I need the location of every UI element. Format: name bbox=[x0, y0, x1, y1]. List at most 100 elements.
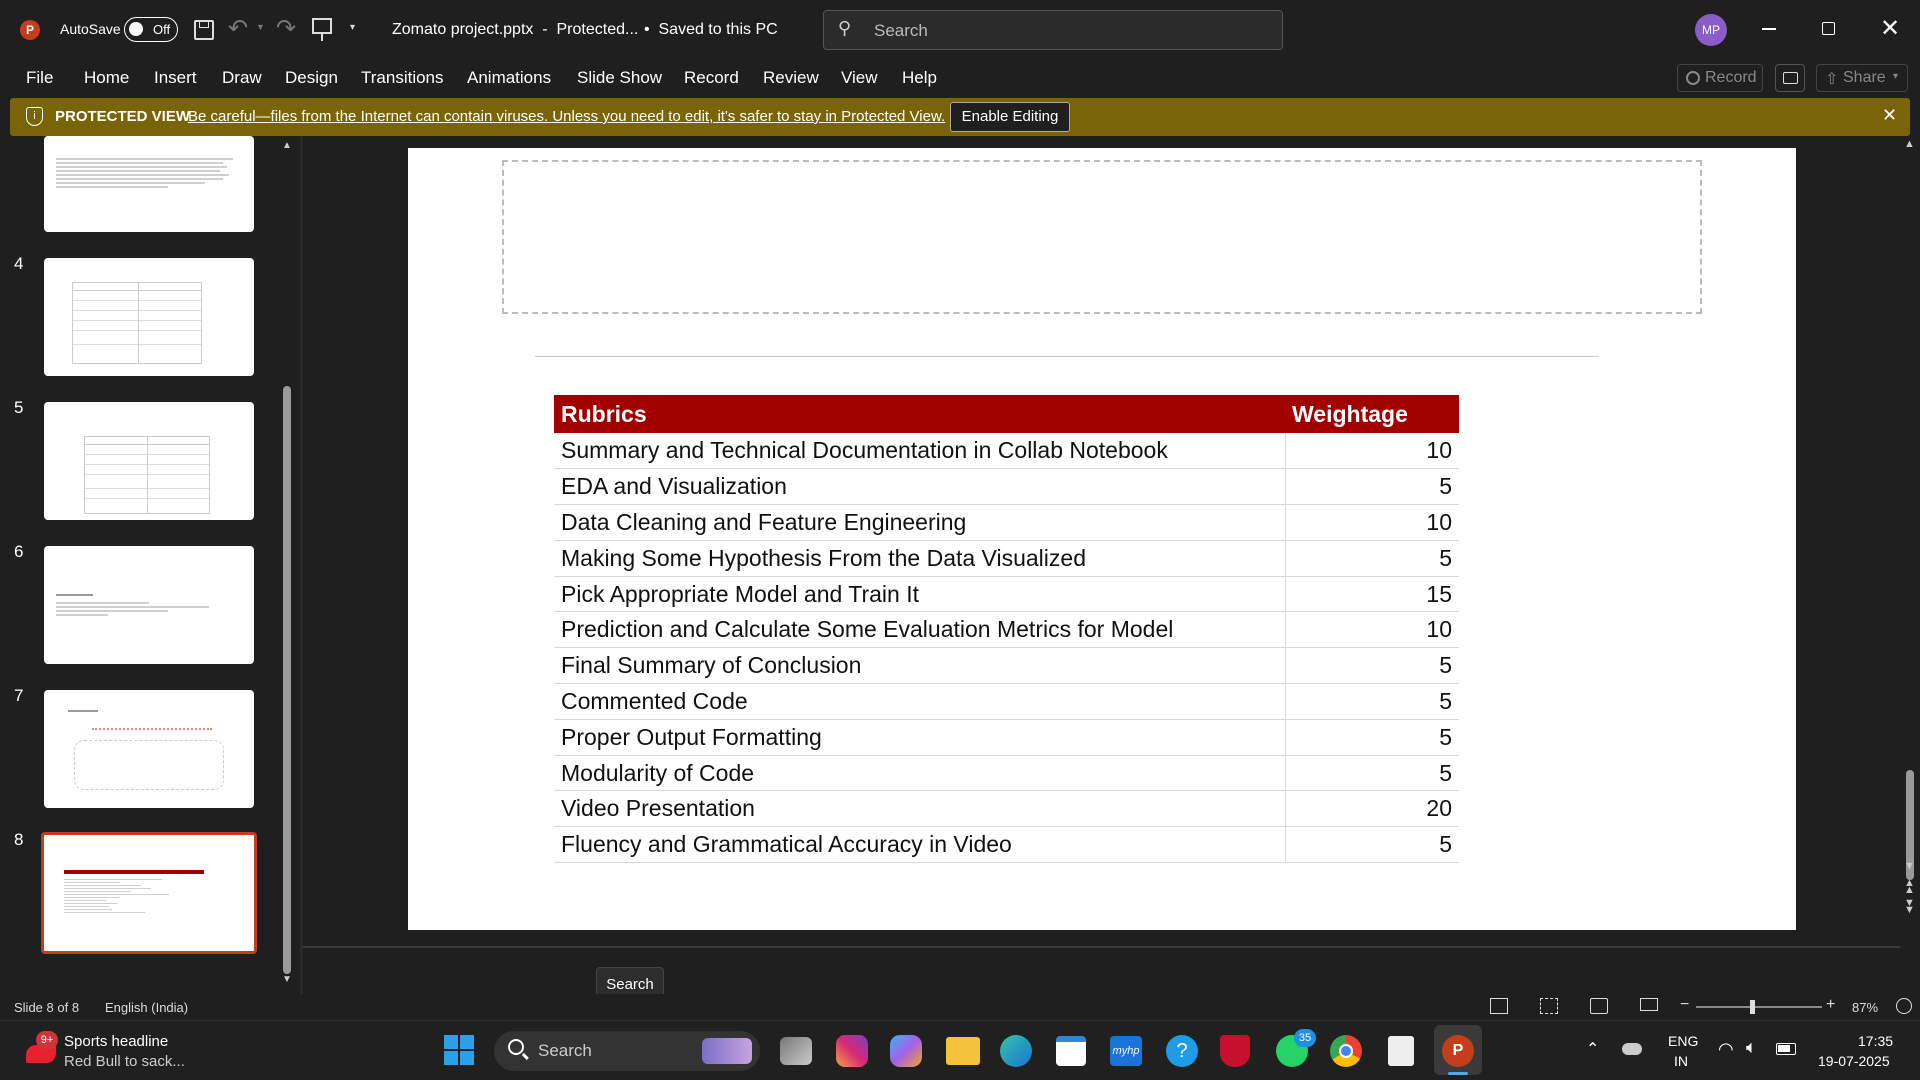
rubric-cell[interactable]: Final Summary of Conclusion bbox=[554, 647, 1285, 685]
file-explorer-icon[interactable] bbox=[946, 1037, 980, 1065]
minimize-icon[interactable] bbox=[1762, 28, 1776, 30]
weightage-cell[interactable]: 5 bbox=[1284, 647, 1459, 685]
comments-button[interactable] bbox=[1775, 64, 1805, 92]
chevron-up-icon[interactable]: ⌃ bbox=[1586, 1039, 1599, 1059]
tab-slide-show[interactable]: Slide Show bbox=[577, 68, 662, 88]
news-widget[interactable]: 9+ Sports headline Red Bull to sack... bbox=[20, 1031, 220, 1073]
zoom-out-icon[interactable]: − bbox=[1680, 996, 1689, 1014]
windows-start-icon[interactable] bbox=[444, 1035, 474, 1065]
weightage-cell[interactable]: 10 bbox=[1284, 433, 1459, 470]
enable-editing-button[interactable]: Enable Editing bbox=[950, 102, 1070, 132]
autosave-toggle[interactable]: Off bbox=[124, 17, 178, 42]
weightage-cell[interactable]: 5 bbox=[1284, 826, 1459, 864]
tab-home[interactable]: Home bbox=[84, 68, 129, 88]
edge-icon[interactable] bbox=[1000, 1035, 1032, 1067]
thumbnail-scrollbar[interactable]: ▲ ▼ bbox=[280, 136, 294, 990]
restore-icon[interactable] bbox=[1822, 22, 1835, 35]
weightage-cell[interactable]: 15 bbox=[1284, 576, 1459, 613]
tab-review[interactable]: Review bbox=[763, 68, 819, 88]
zoom-in-icon[interactable]: + bbox=[1826, 996, 1835, 1014]
weightage-cell[interactable]: 5 bbox=[1284, 683, 1459, 720]
share-button[interactable]: ⇧ Share ▾ bbox=[1816, 64, 1908, 92]
myhp-icon[interactable]: myhp bbox=[1110, 1036, 1142, 1066]
undo-icon[interactable]: ↶ bbox=[228, 14, 248, 43]
weightage-cell[interactable]: 5 bbox=[1284, 468, 1459, 506]
language-indicator[interactable]: English (India) bbox=[105, 1000, 188, 1015]
copilot-icon[interactable] bbox=[890, 1035, 922, 1067]
rubric-cell[interactable]: Proper Output Formatting bbox=[554, 719, 1285, 756]
header-rubrics[interactable]: Rubrics bbox=[554, 395, 1285, 433]
tab-record[interactable]: Record bbox=[684, 68, 739, 88]
close-icon[interactable]: ✕ bbox=[1882, 105, 1897, 126]
rubric-cell[interactable]: Pick Appropriate Model and Train It bbox=[554, 576, 1285, 613]
volume-icon[interactable]: 🔈︎ bbox=[1746, 1037, 1757, 1058]
pane-divider[interactable] bbox=[300, 136, 303, 994]
chrome-icon[interactable] bbox=[1330, 1035, 1362, 1067]
title-placeholder[interactable] bbox=[502, 160, 1702, 314]
tab-view[interactable]: View bbox=[841, 68, 878, 88]
record-button[interactable]: Record bbox=[1677, 64, 1763, 92]
slide-canvas[interactable]: Rubrics Weightage Summary and Technical … bbox=[408, 148, 1796, 930]
microsoft-store-icon[interactable] bbox=[1056, 1036, 1086, 1066]
search-box[interactable]: ⚲ Search bbox=[823, 10, 1283, 50]
customize-toolbar-icon[interactable]: ▾ bbox=[350, 22, 355, 33]
close-icon[interactable]: ✕ bbox=[1880, 14, 1900, 43]
scroll-up-icon[interactable]: ▲ bbox=[282, 140, 292, 151]
slideshow-view-icon[interactable] bbox=[1640, 998, 1658, 1011]
tab-transitions[interactable]: Transitions bbox=[361, 68, 444, 88]
saved-status[interactable]: • Saved to this PC bbox=[644, 21, 778, 39]
rubrics-table[interactable]: Rubrics Weightage Summary and Technical … bbox=[554, 395, 1459, 864]
slide-thumbnail-7[interactable] bbox=[44, 690, 254, 808]
fit-to-window-icon[interactable] bbox=[1896, 998, 1912, 1014]
weightage-cell[interactable]: 20 bbox=[1284, 790, 1459, 828]
task-view-icon[interactable] bbox=[780, 1037, 812, 1065]
language-line1[interactable]: ENG bbox=[1668, 1033, 1698, 1049]
help-icon[interactable]: ? bbox=[1166, 1035, 1198, 1067]
presentation-icon[interactable] bbox=[312, 18, 332, 41]
rubric-cell[interactable]: Data Cleaning and Feature Engineering bbox=[554, 504, 1285, 541]
previous-slide-icon[interactable]: ▲ ▲ bbox=[1904, 878, 1915, 896]
tab-file[interactable]: File bbox=[26, 68, 53, 88]
rubric-cell[interactable]: Making Some Hypothesis From the Data Vis… bbox=[554, 540, 1285, 577]
wifi-icon[interactable]: ◠ bbox=[1718, 1039, 1734, 1060]
header-weightage[interactable]: Weightage bbox=[1285, 395, 1459, 433]
powerpoint-icon[interactable]: P bbox=[1442, 1035, 1474, 1067]
scroll-thumb[interactable] bbox=[283, 386, 291, 974]
rubric-cell[interactable]: Modularity of Code bbox=[554, 755, 1285, 792]
file-name[interactable]: Zomato project.pptx - Protected... bbox=[392, 21, 638, 39]
clock-time[interactable]: 17:35 bbox=[1858, 1033, 1893, 1049]
undo-dropdown-icon[interactable]: ▼ bbox=[256, 22, 265, 32]
onedrive-icon[interactable] bbox=[1622, 1043, 1642, 1055]
scroll-up-icon[interactable]: ▲ bbox=[1904, 138, 1915, 150]
battery-icon[interactable] bbox=[1776, 1043, 1796, 1055]
weightage-cell[interactable]: 5 bbox=[1284, 719, 1459, 756]
rubric-cell[interactable]: Video Presentation bbox=[554, 790, 1285, 828]
slide-sorter-icon[interactable] bbox=[1540, 998, 1558, 1014]
protected-view-message[interactable]: Be careful—files from the Internet can c… bbox=[188, 108, 945, 125]
avatar[interactable]: MP bbox=[1695, 14, 1727, 46]
scroll-down-icon[interactable]: ▼ bbox=[282, 974, 292, 985]
mcafee-icon[interactable] bbox=[1220, 1035, 1250, 1067]
weightage-cell[interactable]: 10 bbox=[1284, 504, 1459, 541]
instagram-icon[interactable] bbox=[836, 1035, 868, 1067]
notes-view-icon[interactable] bbox=[1490, 998, 1508, 1014]
zoom-slider[interactable] bbox=[1696, 1000, 1822, 1014]
taskbar-search[interactable]: Search bbox=[494, 1031, 760, 1071]
weightage-cell[interactable]: 5 bbox=[1284, 540, 1459, 577]
tab-help[interactable]: Help bbox=[902, 68, 937, 88]
notes-divider[interactable] bbox=[303, 946, 1900, 948]
notepad-icon[interactable] bbox=[1388, 1036, 1414, 1066]
redo-icon[interactable]: ↷ bbox=[276, 14, 296, 43]
slide-thumbnail-4[interactable] bbox=[44, 258, 254, 376]
tab-animations[interactable]: Animations bbox=[467, 68, 551, 88]
next-slide-icon[interactable]: ▼ ▼ bbox=[1904, 898, 1915, 916]
editor-scrollbar[interactable]: ▲ ▼ ▲ ▲ ▼ ▼ bbox=[1902, 136, 1918, 926]
slide-thumbnail-5[interactable] bbox=[44, 402, 254, 520]
weightage-cell[interactable]: 10 bbox=[1284, 611, 1459, 649]
rubric-cell[interactable]: EDA and Visualization bbox=[554, 468, 1285, 506]
slide-thumbnail-6[interactable] bbox=[44, 546, 254, 664]
rubric-cell[interactable]: Fluency and Grammatical Accuracy in Vide… bbox=[554, 826, 1285, 864]
clock-date[interactable]: 19-07-2025 bbox=[1818, 1053, 1890, 1069]
rubric-cell[interactable]: Summary and Technical Documentation in C… bbox=[554, 433, 1285, 470]
reading-view-icon[interactable] bbox=[1590, 998, 1608, 1014]
